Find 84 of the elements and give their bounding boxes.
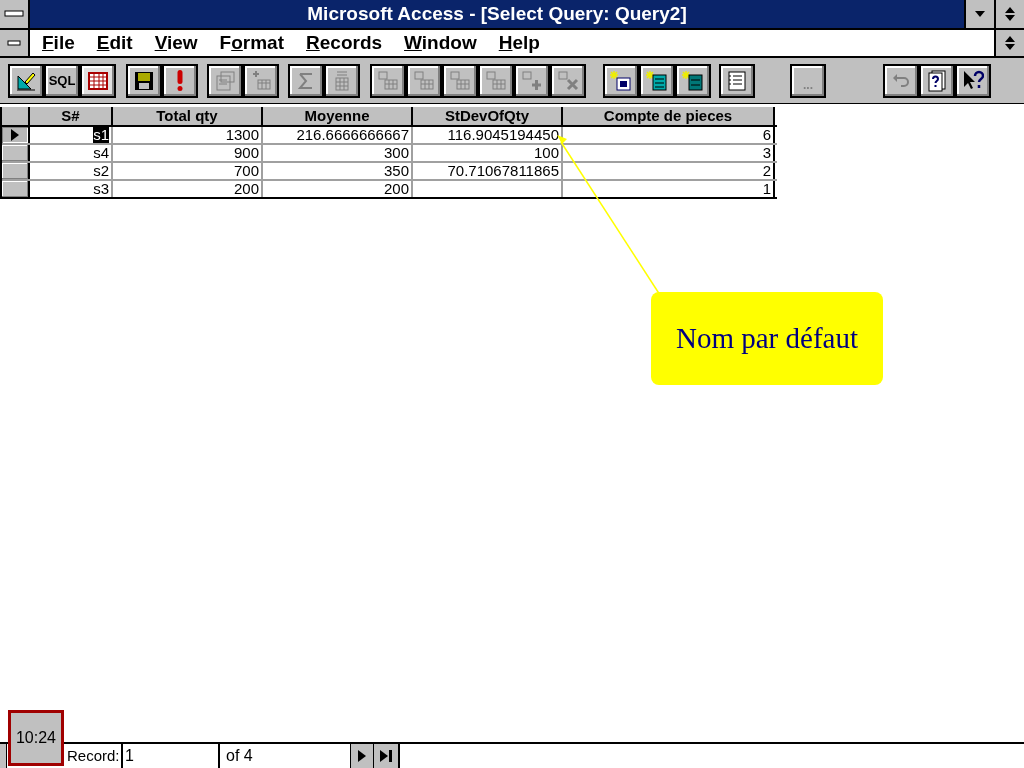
system-menu-button[interactable] [0, 0, 30, 28]
menu-item[interactable]: File [42, 28, 75, 58]
table-cell: 2 [762, 163, 771, 179]
query-table-icon [485, 69, 507, 92]
toolbar-button[interactable] [603, 63, 639, 98]
menu-item[interactable]: Window [404, 28, 477, 58]
column-header[interactable]: Compte de pieces [563, 107, 775, 125]
table-cross-icon [557, 69, 579, 92]
next-record-button[interactable] [350, 744, 374, 768]
play-arrow-icon [357, 749, 367, 763]
table-cell: 116.9045194450 [447, 127, 559, 143]
toolbar-button[interactable] [719, 63, 755, 98]
callout-note: Nom par défaut [651, 292, 883, 385]
down-arrow-icon [974, 10, 986, 18]
table-cell: 200 [383, 181, 409, 197]
query-table-icon [377, 69, 399, 92]
record-number-field[interactable]: 1 [121, 744, 220, 768]
row-selector[interactable] [2, 127, 30, 143]
table-cell: 100 [533, 145, 559, 161]
table-cell: 350 [383, 163, 409, 179]
minus-icon [7, 40, 21, 46]
clock-widget: 10:24 [8, 710, 64, 766]
toolbar-button[interactable] [80, 63, 116, 98]
query-table-icon [449, 69, 471, 92]
up-down-arrow-icon [1004, 35, 1016, 51]
table-cell: 3 [762, 145, 771, 161]
document-menu-button[interactable] [0, 30, 30, 56]
table-cell: s1 [93, 127, 109, 143]
column-header[interactable]: Total qty [113, 107, 263, 125]
row-selector[interactable] [2, 181, 30, 197]
up-down-arrow-icon [1004, 6, 1016, 22]
query-table-icon [413, 69, 435, 92]
minimize-button[interactable] [964, 0, 994, 28]
current-record-icon [10, 128, 20, 142]
sql-button[interactable]: SQL [44, 63, 80, 98]
toolbar-button[interactable] [126, 63, 162, 98]
question-card-icon [926, 69, 948, 92]
column-header[interactable]: S# [30, 107, 113, 125]
record-count: of 4 [225, 746, 254, 766]
new-report-icon [682, 69, 704, 92]
column-header[interactable]: Moyenne [263, 107, 413, 125]
properties-sheet-icon [214, 69, 236, 92]
skip-to-end-icon [379, 749, 393, 763]
restore-button[interactable] [994, 30, 1024, 56]
table-plus-icon [521, 69, 543, 92]
column-header[interactable]: StDevOfQty [413, 107, 563, 125]
toolbar-button[interactable] [955, 63, 991, 98]
menu-item[interactable]: View [154, 28, 198, 58]
toolbar-button[interactable] [639, 63, 675, 98]
restore-button[interactable] [994, 0, 1024, 28]
toolbar-button[interactable] [919, 63, 955, 98]
database-window-icon [726, 69, 748, 92]
table-cell: 300 [383, 145, 409, 161]
table-cell: s4 [93, 145, 109, 161]
table-cell: 200 [233, 181, 259, 197]
last-record-button[interactable] [374, 744, 400, 768]
menu-item[interactable]: Help [498, 28, 540, 58]
menu-item[interactable]: Records [306, 28, 383, 58]
nav-first-button[interactable] [0, 744, 7, 768]
menu-item[interactable]: Format [219, 28, 284, 58]
table-cell: s2 [93, 163, 109, 179]
table-cell: 216.6666666667 [296, 127, 409, 143]
row-selector[interactable] [2, 145, 30, 161]
table-cell: s3 [93, 181, 109, 197]
table-cell: 1300 [225, 127, 259, 143]
table-cell: 700 [233, 163, 259, 179]
help-cursor-icon [962, 69, 984, 92]
exclamation-icon [177, 70, 183, 91]
toolbar-button[interactable] [162, 63, 198, 98]
new-form-icon [646, 69, 668, 92]
table-cell: 6 [762, 127, 771, 143]
datasheet-grid-icon [87, 69, 109, 92]
minus-icon [4, 10, 24, 18]
table-cell: 900 [233, 145, 259, 161]
row-selector[interactable] [2, 163, 30, 179]
table-cell: 70.71067811865 [447, 163, 559, 179]
new-query-icon [610, 69, 632, 92]
add-table-icon [250, 69, 272, 92]
window-title: Microsoft Access - [Select Query: Query2] [306, 1, 688, 26]
table-cell: 1 [762, 181, 771, 197]
record-label: Record: [67, 745, 121, 766]
toolbar-button[interactable] [8, 63, 44, 98]
menu-item[interactable]: Edit [96, 28, 133, 58]
toolbar-button[interactable] [675, 63, 711, 98]
